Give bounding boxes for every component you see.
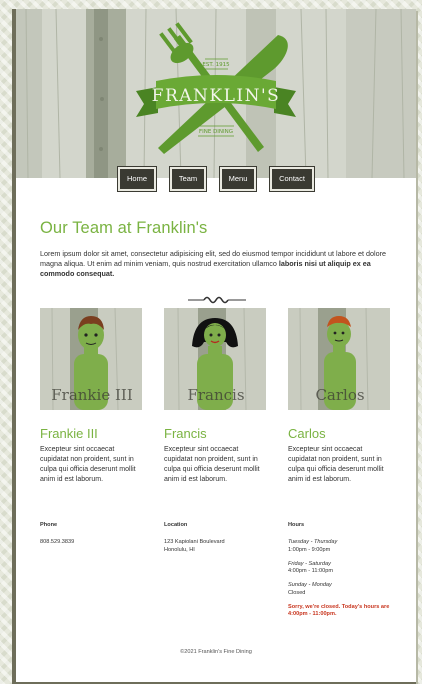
photo-caption: Frankie III: [51, 386, 133, 404]
intro-paragraph: Lorem ipsum dolor sit amet, consectetur …: [40, 249, 392, 279]
logo-wordmark: FRANKLIN'S: [152, 86, 281, 106]
page-title: Our Team at Franklin's: [40, 219, 208, 237]
photo-caption: Carlos: [315, 386, 365, 404]
nav-team[interactable]: Team: [169, 166, 207, 192]
team-member-name: Carlos: [288, 426, 326, 441]
footer-copyright: ©2021 Franklin's Fine Dining: [180, 649, 252, 655]
page-container: FRANKLIN'S EST. 1915 FINE DINING Home Te…: [12, 9, 416, 684]
ornament-divider-icon: [188, 296, 246, 304]
nav-contact[interactable]: Contact: [269, 166, 315, 192]
hours-days: Sunday - Monday: [288, 582, 332, 589]
header-banner: FRANKLIN'S EST. 1915 FINE DINING: [16, 9, 416, 178]
team-member-card: Carlos Carlos Excepteur sint occaecat cu…: [288, 308, 390, 485]
photo-caption: Francis: [187, 386, 245, 404]
team-member-photo: Francis: [164, 308, 266, 410]
nav-home[interactable]: Home: [117, 166, 157, 192]
address-line1: 123 Kapiolani Boulevard: [164, 539, 225, 546]
team-member-bio: Excepteur sint occaecat cupidatat non pr…: [288, 446, 384, 483]
hours-time: 1:00pm - 9:00pm: [288, 546, 331, 553]
main-nav: Home Team Menu Contact: [16, 166, 416, 192]
hours-days: Friday - Saturday: [288, 560, 331, 567]
address-line2: Honolulu, HI: [164, 546, 195, 553]
team-member-bio: Excepteur sint occaecat cupidatat non pr…: [40, 446, 136, 483]
location-section: Location 123 Kapiolani Boulevard Honolul…: [164, 522, 274, 554]
team-member-name: Francis: [164, 426, 207, 441]
hours-time: Closed: [288, 589, 306, 596]
hours-section: Hours Tuesday - Thursday 1:00pm - 9:00pm…: [288, 522, 392, 619]
logo-est: EST. 1915: [202, 62, 230, 68]
team-member-card: Frankie III Frankie III Excepteur sint o…: [40, 308, 142, 485]
hours-days: Tuesday - Thursday: [288, 539, 338, 546]
phone-section: Phone 808.529.3839: [40, 522, 150, 547]
hours-time: 4:00pm - 11:00pm: [288, 568, 333, 575]
team-member-photo: Carlos: [288, 308, 390, 410]
location-heading: Location: [164, 522, 188, 528]
team-member-bio: Excepteur sint occaecat cupidatat non pr…: [164, 446, 260, 483]
hours-heading: Hours: [288, 522, 305, 528]
phone-number[interactable]: 808.529.3839: [40, 539, 150, 546]
logo-tagline: FINE DINING: [199, 129, 233, 135]
nav-menu[interactable]: Menu: [219, 166, 257, 192]
team-member-name: Frankie III: [40, 426, 98, 441]
phone-heading: Phone: [40, 522, 58, 528]
closed-notice: Sorry, we're closed. Today's hours are 4…: [288, 604, 390, 618]
franklins-logo: FRANKLIN'S EST. 1915 FINE DINING: [136, 22, 296, 154]
team-member-photo: Frankie III: [40, 308, 142, 410]
team-member-card: Francis Francis Excepteur sint occaecat …: [164, 308, 266, 485]
